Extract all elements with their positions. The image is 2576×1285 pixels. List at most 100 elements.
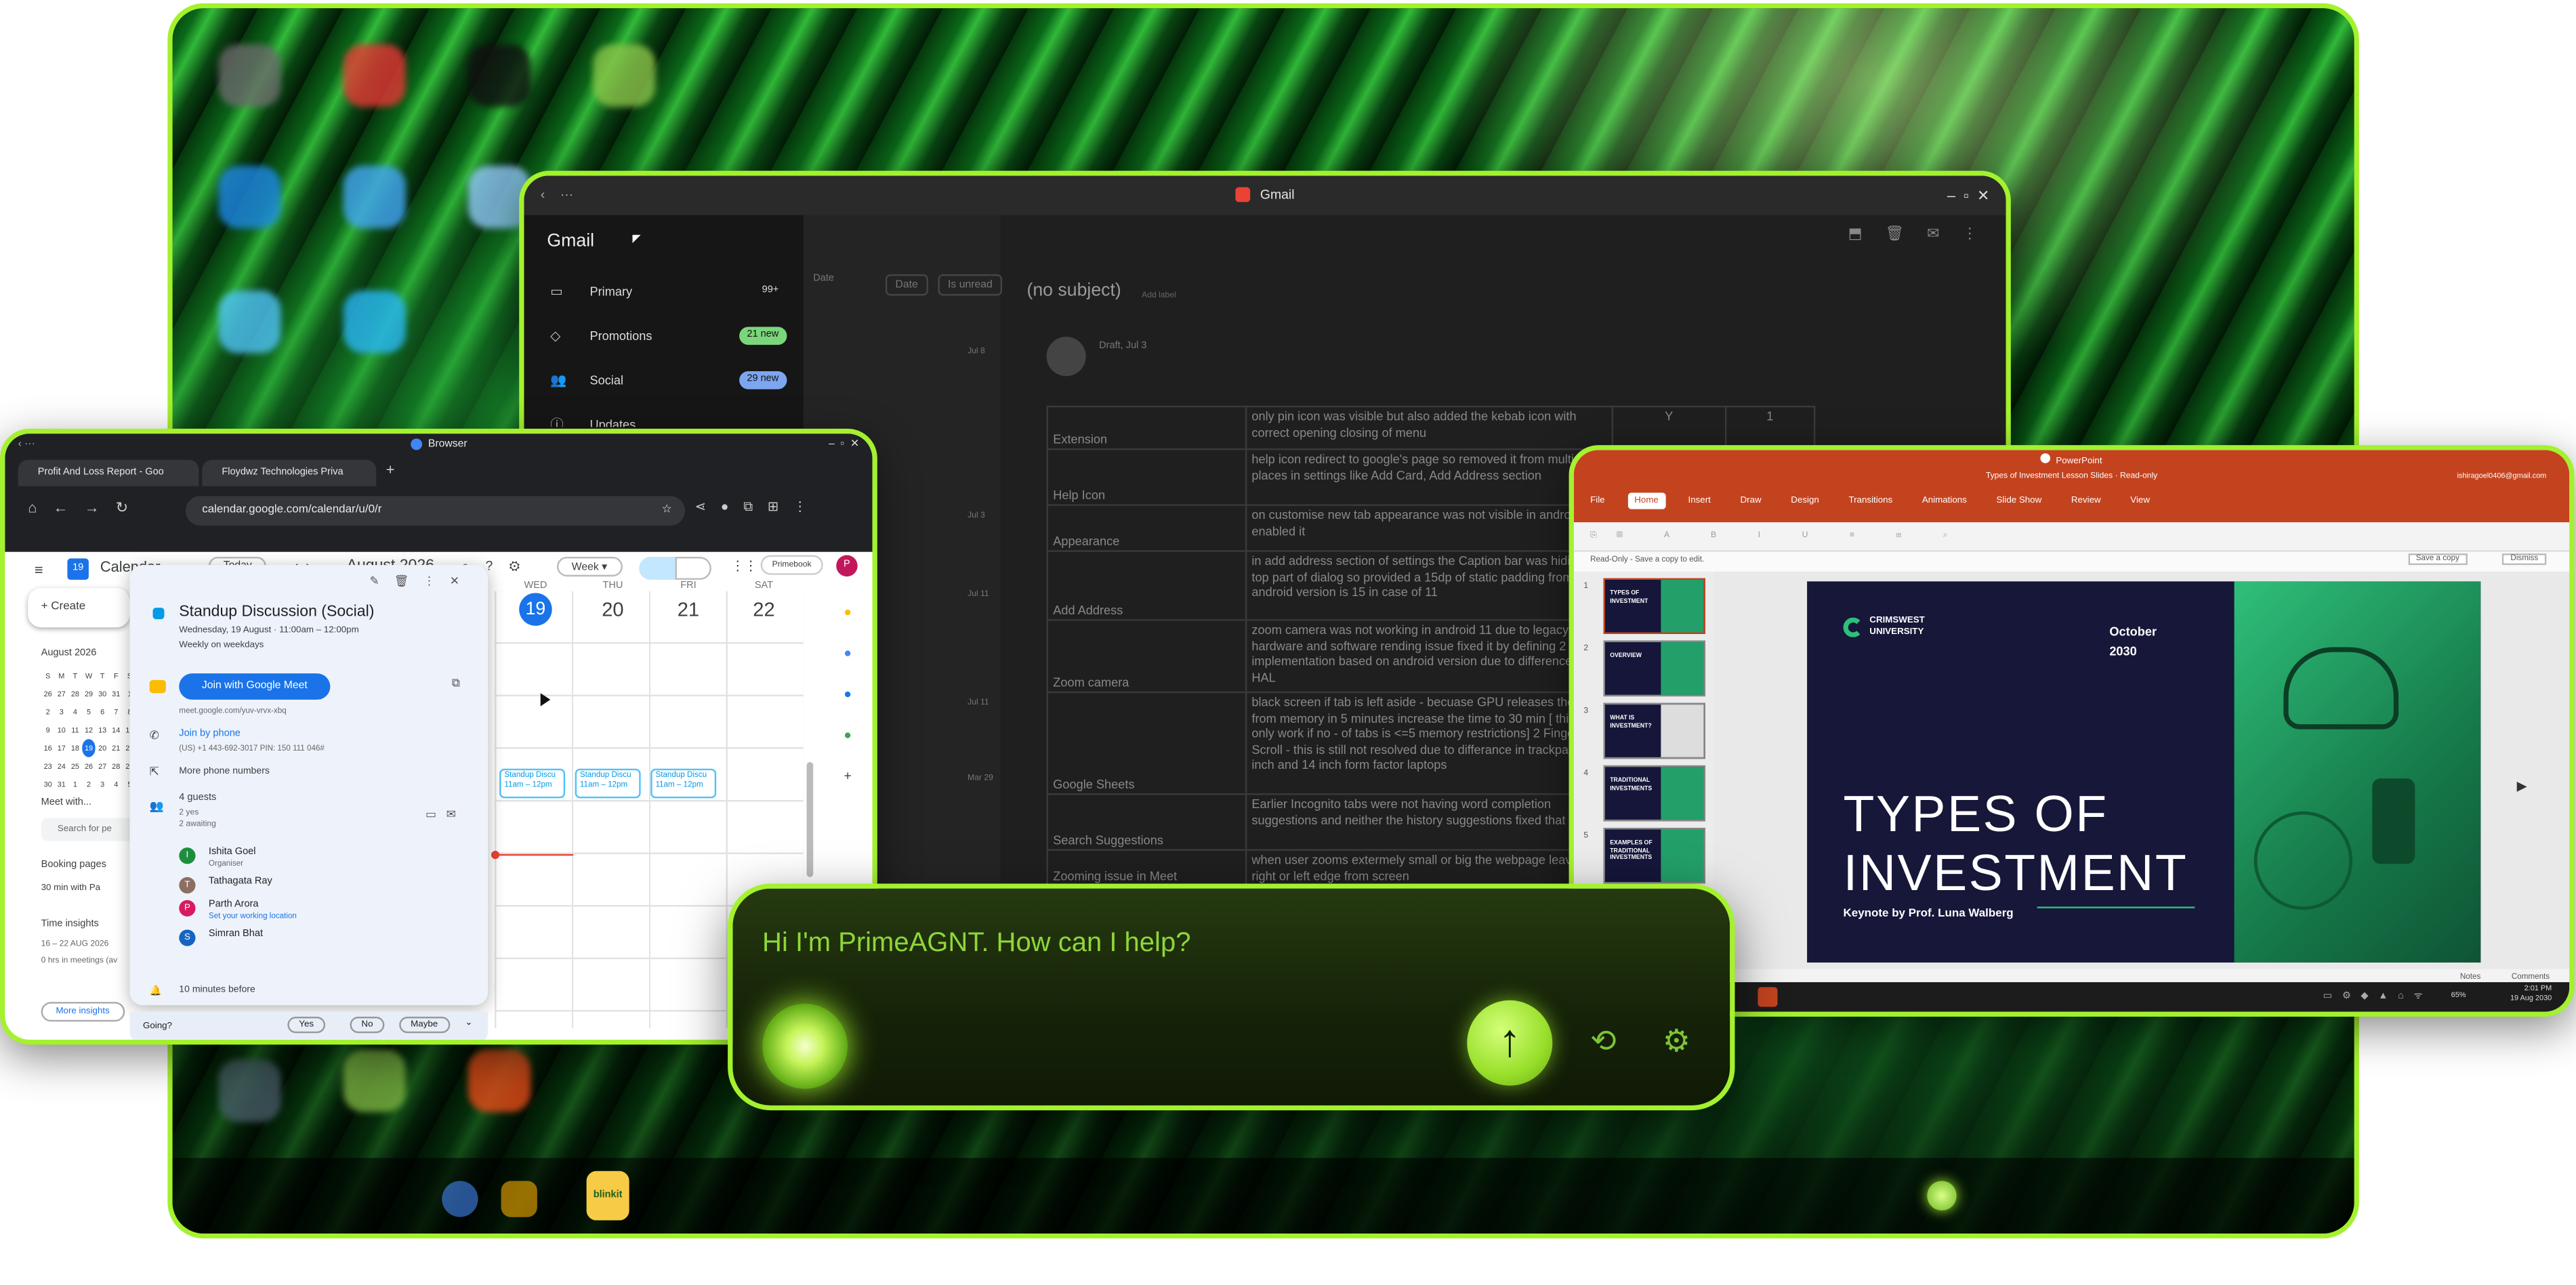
mini-calendar-day[interactable]: 21	[109, 739, 123, 757]
chevron-down-icon[interactable]: ⌄	[465, 1018, 472, 1028]
mini-calendar-day[interactable]: 1	[68, 775, 82, 793]
tab-floydwz[interactable]: Floydwz Technologies Priva	[202, 459, 377, 486]
ribbon-tab[interactable]: Animations	[1915, 492, 1973, 509]
apps-icon[interactable]: ⋮⋮	[731, 558, 757, 573]
mini-calendar-day[interactable]: 26	[82, 757, 96, 776]
window-controls[interactable]: – ▫ ✕	[829, 434, 859, 457]
mini-calendar[interactable]: SMTWTFS262728293031123456789101112131415…	[41, 667, 140, 793]
nav-item-social[interactable]: 👥 Social 29 new	[524, 363, 803, 399]
slide-thumbnail[interactable]: TYPES OF INVESTMENT	[1603, 578, 1705, 634]
mini-calendar-day[interactable]: 27	[96, 757, 109, 776]
mini-calendar-day[interactable]: 17	[55, 739, 68, 757]
mini-calendar-day[interactable]: 25	[68, 757, 82, 776]
primeagnt-launcher-icon[interactable]	[1927, 1181, 1957, 1211]
ribbon-tab[interactable]: Design	[1785, 492, 1826, 509]
mini-calendar-day[interactable]: M	[55, 667, 68, 685]
side-panel-icons[interactable]: ● ● ● ● +	[839, 591, 856, 797]
day-header-thu[interactable]: THU 20	[575, 581, 651, 625]
mini-calendar-day[interactable]: 12	[82, 721, 96, 739]
files-icon[interactable]	[501, 1181, 537, 1217]
chrome-icon[interactable]	[442, 1181, 478, 1217]
event-chip[interactable]: Standup Discu 11am – 12pm	[575, 768, 641, 799]
new-tab-icon[interactable]: +	[386, 461, 395, 478]
app-icon-files[interactable]	[593, 44, 656, 107]
app-icon-app[interactable]	[468, 44, 531, 107]
slide-thumbnail[interactable]: EXAMPLES OF TRADITIONAL INVESTMENTS	[1603, 828, 1705, 884]
event-chip[interactable]: Standup Discu 11am – 12pm	[650, 768, 717, 799]
browser-toolbar[interactable]: ⋖●⧉⊞⋮	[695, 499, 822, 515]
account-chip[interactable]: Primebook	[760, 555, 823, 575]
scrollbar[interactable]	[806, 762, 814, 877]
copy-icon[interactable]: ⧉	[452, 678, 460, 691]
app-icon-maps[interactable]	[343, 1049, 406, 1112]
url-bar[interactable]: calendar.google.com/calendar/u/0/r ☆	[185, 496, 686, 526]
app-icon-youtube[interactable]	[343, 44, 406, 107]
mini-calendar-day[interactable]: 7	[109, 703, 123, 721]
mini-calendar-day[interactable]: 18	[68, 739, 82, 757]
mini-calendar-day[interactable]: 30	[96, 685, 109, 703]
notes-button[interactable]: Notes	[2460, 974, 2480, 982]
dismiss-button[interactable]: Dismiss	[2502, 553, 2547, 566]
mini-calendar-day[interactable]: 27	[55, 685, 68, 703]
app-icon-settings[interactable]	[218, 44, 281, 107]
popup-actions[interactable]: ✎🗑⋮✕	[370, 575, 474, 588]
mini-calendar-day[interactable]: 4	[68, 703, 82, 721]
ribbon-toolbar[interactable]: ⎘▦ A B I U ≡ ⊞ ⌕	[1573, 522, 2570, 552]
event-chip[interactable]: Standup Discu 11am – 12pm	[499, 768, 566, 799]
ribbon-tab[interactable]: Draw	[1734, 492, 1768, 509]
window-controls[interactable]: – ▫ ✕	[1947, 175, 1989, 215]
guest-actions[interactable]: ▭✉	[425, 808, 465, 821]
nav-item-promotions[interactable]: ◇ Promotions 21 new	[524, 318, 803, 354]
mini-calendar-day[interactable]: 5	[82, 703, 96, 721]
mini-calendar-day[interactable]: 24	[55, 757, 68, 776]
nav-item-updates[interactable]: ⓘ Updates	[524, 407, 803, 427]
comments-button[interactable]: Comments	[2512, 974, 2550, 982]
join-phone-link[interactable]: Join by phone	[179, 730, 241, 740]
mini-calendar-day[interactable]: 28	[109, 757, 123, 776]
mini-calendar-day[interactable]: S	[41, 667, 55, 685]
ribbon-tab[interactable]: Slide Show	[1990, 492, 2048, 509]
mini-calendar-day[interactable]: 9	[41, 721, 55, 739]
day-header-fri[interactable]: FRI 21	[650, 581, 726, 625]
mini-calendar-day[interactable]: T	[68, 667, 82, 685]
mini-calendar-day[interactable]: 28	[68, 685, 82, 703]
mini-calendar-day[interactable]: 19	[81, 739, 96, 757]
app-icon-camera[interactable]	[218, 1059, 281, 1122]
app-icon-drive[interactable]	[218, 291, 281, 354]
ribbon-tab[interactable]: Home	[1627, 492, 1665, 509]
ribbon-tab[interactable]: View	[2124, 492, 2157, 509]
mini-calendar-day[interactable]: 29	[82, 685, 96, 703]
more-icon[interactable]: ···	[560, 175, 573, 215]
ribbon-tab[interactable]: Transitions	[1842, 492, 1899, 509]
mini-calendar-day[interactable]: 3	[55, 703, 68, 721]
calendar-view-toggle[interactable]	[639, 556, 676, 580]
avatar[interactable]: P	[836, 555, 858, 577]
mini-calendar-day[interactable]: 3	[96, 775, 109, 793]
guest-item[interactable]: P Parth Arora Set your working location	[179, 900, 458, 927]
mini-calendar-day[interactable]: 10	[55, 721, 68, 739]
mini-calendar-day[interactable]: 31	[109, 685, 123, 703]
create-button[interactable]: + Create	[28, 588, 130, 628]
mini-calendar-day[interactable]: 4	[109, 775, 123, 793]
blinkit-icon[interactable]: blinkit	[586, 1171, 629, 1221]
mini-calendar-day[interactable]: 14	[109, 721, 123, 739]
view-select[interactable]: Week ▾	[556, 556, 622, 577]
filter-date[interactable]: Date	[813, 274, 834, 285]
app-icon-music[interactable]	[468, 1049, 531, 1112]
mini-calendar-day[interactable]: 13	[96, 721, 109, 739]
guest-item[interactable]: S Simran Bhat	[179, 929, 458, 956]
mini-calendar-day[interactable]: 2	[82, 775, 96, 793]
mini-calendar-day[interactable]: W	[82, 667, 96, 685]
tasks-view-toggle[interactable]	[675, 556, 711, 580]
mini-calendar-day[interactable]: 30	[41, 775, 55, 793]
filter-date-chip[interactable]: Date	[885, 274, 928, 296]
app-icon-meet[interactable]	[343, 291, 406, 354]
nav-item-primary[interactable]: ▭ Primary 99+	[524, 274, 803, 310]
ribbon-tab[interactable]: Insert	[1682, 492, 1718, 509]
mini-calendar-day[interactable]: 16	[41, 739, 55, 757]
voice-orb-icon[interactable]	[762, 1003, 848, 1089]
mini-calendar-day[interactable]: 26	[41, 685, 55, 703]
guest-item[interactable]: I Ishita Goel Organiser	[179, 847, 458, 874]
gmail-toolbar[interactable]: ⬒🗑✉⋮	[1848, 225, 2000, 243]
history-icon[interactable]: ⟲	[1590, 1024, 1617, 1061]
